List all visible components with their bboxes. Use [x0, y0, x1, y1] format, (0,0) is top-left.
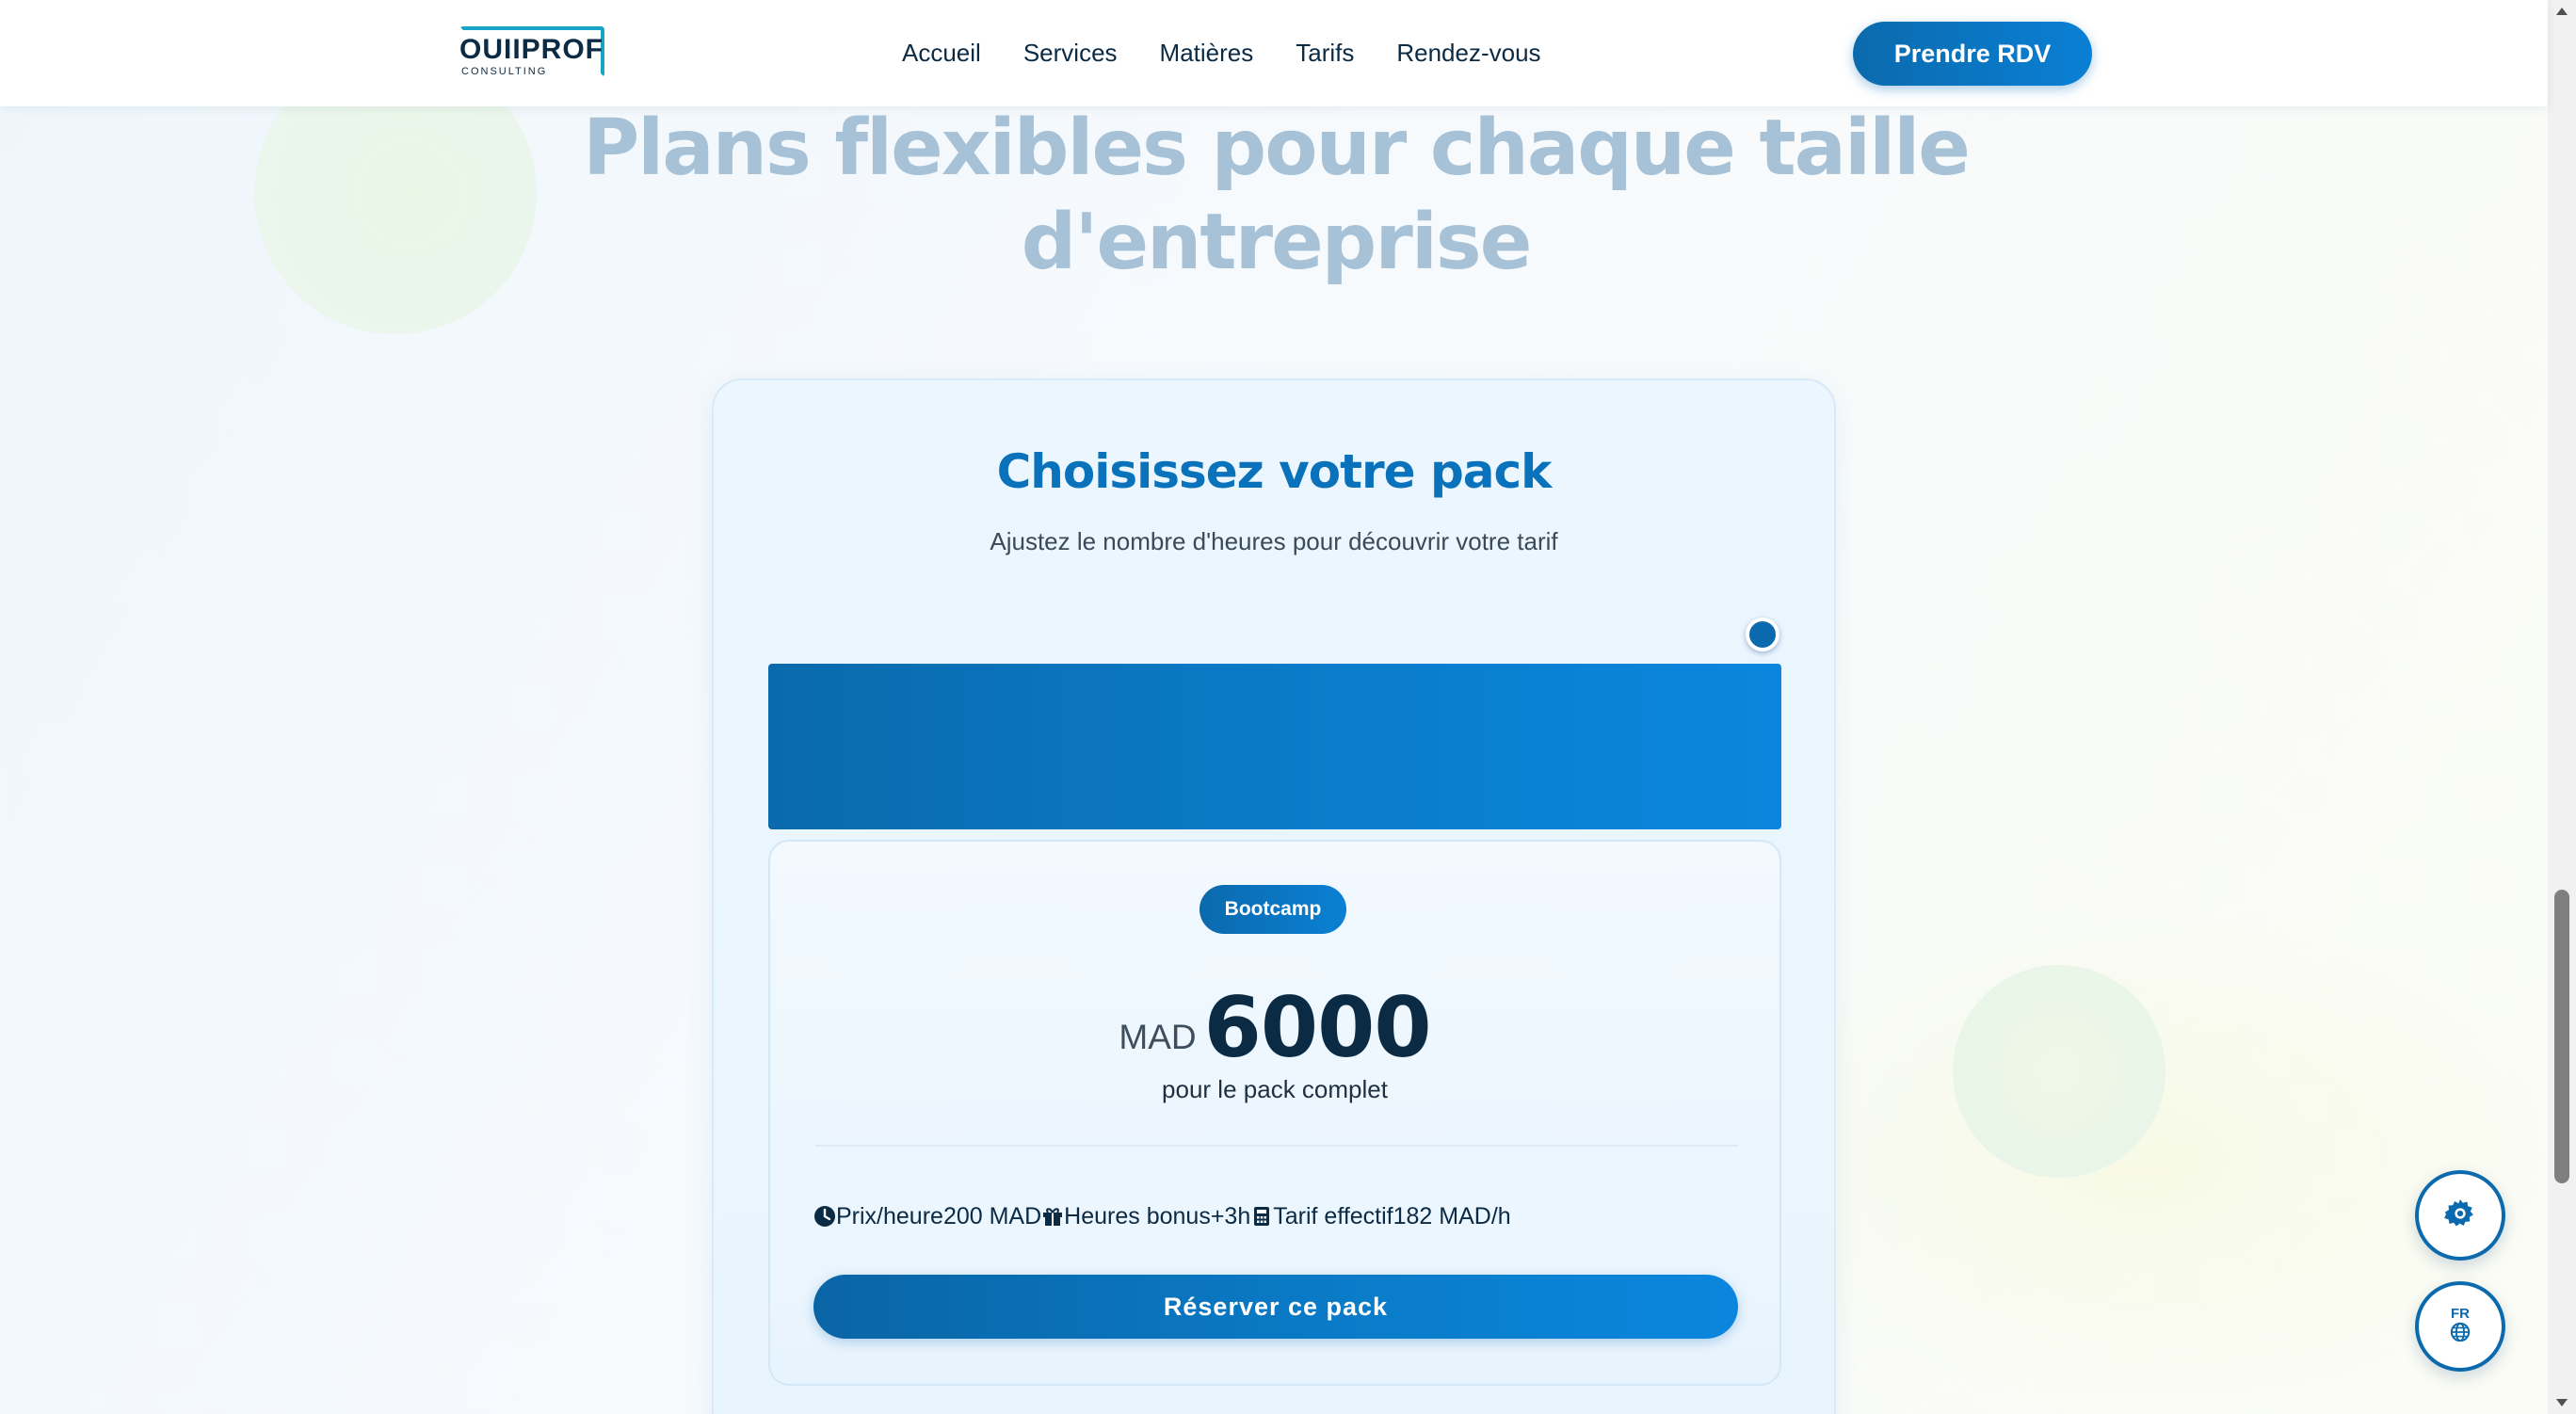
reserve-pack-button[interactable]: Réserver ce pack [813, 1275, 1738, 1339]
logo[interactable]: OUIIPROF CONSULTING [459, 26, 604, 79]
pricing-card: Choisissez votre pack Ajustez le nombre … [712, 378, 1836, 1414]
bonus-hours-value: +3h [1210, 1202, 1251, 1229]
price-amount: 6000 [1203, 979, 1432, 1076]
hours-slider-track[interactable] [768, 664, 1781, 829]
page-headline: Plans flexibles pour chaque taille d'ent… [583, 104, 1971, 287]
hourly-price-value: 200 MAD [942, 1202, 1042, 1229]
gift-icon [1041, 1205, 1064, 1228]
scrollbar-thumb[interactable] [2554, 890, 2569, 1183]
gear-icon [2444, 1197, 2476, 1233]
page-scrollbar[interactable] [2548, 0, 2576, 1414]
nav-link-rendez-vous[interactable]: Rendez-vous [1396, 39, 1540, 68]
book-appointment-button[interactable]: Prendre RDV [1853, 22, 2092, 86]
nav-link-matieres[interactable]: Matières [1160, 39, 1254, 68]
effective-rate-value: 182 MAD/h [1393, 1202, 1511, 1229]
pricing-title: Choisissez votre pack [996, 444, 1553, 499]
pack-badge: Bootcamp [1199, 885, 1346, 934]
settings-button[interactable] [2415, 1170, 2505, 1261]
price-display: MAD6000 [770, 979, 1779, 1076]
scroll-down-arrow[interactable] [2556, 1399, 2568, 1406]
clock-icon [813, 1205, 836, 1228]
nav-link-services[interactable]: Services [1023, 39, 1118, 68]
price-note: pour le pack complet [1162, 1075, 1388, 1103]
scroll-up-arrow[interactable] [2556, 8, 2568, 15]
bonus-hours-label: Heures bonus [1064, 1202, 1211, 1229]
nav-link-tarifs[interactable]: Tarifs [1296, 39, 1354, 68]
logo-subtext: CONSULTING [461, 66, 548, 77]
decorative-blob [1953, 965, 2165, 1178]
language-button[interactable]: FR [2415, 1281, 2505, 1372]
pack-stats: Prix/heure 200 MAD Heures bonus +3h Tari… [813, 1199, 1511, 1233]
globe-icon [2450, 1322, 2471, 1346]
hourly-price-label: Prix/heure [836, 1202, 943, 1229]
site-header: OUIIPROF CONSULTING Accueil Services Mat… [0, 0, 2548, 106]
divider [815, 1145, 1738, 1147]
logo-text: OUIIPROF [459, 34, 604, 65]
hours-slider-thumb[interactable] [1746, 618, 1779, 651]
calculator-icon [1250, 1205, 1273, 1228]
nav-link-accueil[interactable]: Accueil [902, 39, 981, 68]
pack-details-panel: Bootcamp MAD6000 pour le pack complet Pr… [768, 840, 1781, 1386]
pricing-subtitle: Ajustez le nombre d'heures pour découvri… [990, 527, 1558, 555]
price-currency: MAD [1119, 1018, 1197, 1056]
main-nav: Accueil Services Matières Tarifs Rendez-… [902, 0, 1541, 106]
language-label: FR [2451, 1306, 2470, 1322]
effective-rate-label: Tarif effectif [1273, 1202, 1393, 1229]
